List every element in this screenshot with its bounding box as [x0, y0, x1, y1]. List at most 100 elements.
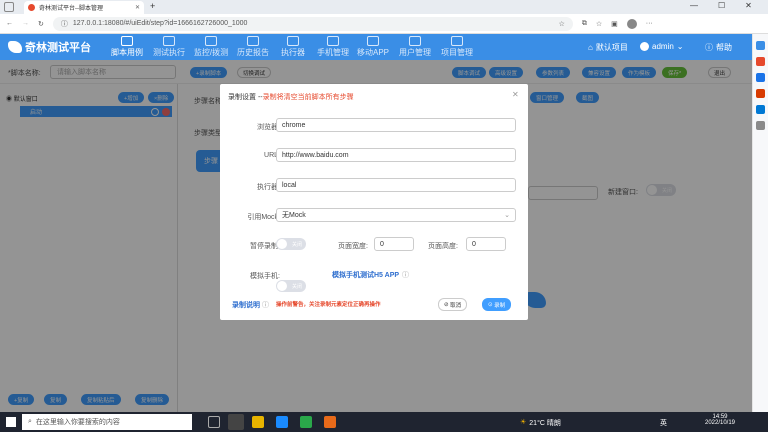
phone-icon: [327, 36, 339, 46]
reload-icon[interactable]: ↻: [38, 20, 44, 28]
mobile-h5-link[interactable]: 模拟手机测试H5 APP: [332, 270, 399, 280]
home-icon: ⌂: [588, 43, 593, 52]
address-bar: ← → ↻ ⓘ 127.0.0.1:18080/#/uiEdit/step?id…: [0, 14, 768, 34]
app-taskbar-icon[interactable]: [324, 416, 336, 428]
nav-monitor[interactable]: 监控/拨测: [190, 36, 232, 60]
nav-executor[interactable]: 执行器: [272, 36, 314, 60]
monitor-icon: [205, 36, 217, 46]
ime-indicator[interactable]: 英: [660, 418, 667, 428]
star-icon[interactable]: ☆: [559, 20, 565, 28]
window-menu-icon[interactable]: [4, 2, 14, 12]
help-link[interactable]: ⓘ 帮助: [705, 42, 732, 53]
maximize-icon[interactable]: ☐: [718, 1, 725, 10]
clock[interactable]: 14:59 2022/10/19: [700, 414, 740, 426]
pause-label: 暂停录制:: [250, 243, 280, 250]
mobile-label: 模拟手机:: [250, 273, 280, 280]
tools-icon[interactable]: [756, 73, 765, 82]
nav-execute[interactable]: 测试执行: [148, 36, 190, 60]
mock-select[interactable]: 无Mock ⌄: [276, 208, 516, 222]
report-icon: [247, 36, 259, 46]
chevron-down-icon: ⌄: [504, 212, 510, 219]
page-width-input[interactable]: 0: [374, 237, 414, 251]
nav-projects[interactable]: 项目管理: [436, 36, 478, 60]
page-width-label: 页面宽度:: [338, 243, 368, 250]
browser-sidebar: [752, 34, 768, 412]
nav-users[interactable]: 用户管理: [394, 36, 436, 60]
app-icon: [367, 36, 379, 46]
url-input[interactable]: ⓘ 127.0.0.1:18080/#/uiEdit/step?id=16661…: [52, 16, 573, 31]
app-header: 奇林测试平台 脚本用例 测试执行 监控/拨测 历史报告 执行器 手机管理 移动A…: [0, 34, 752, 60]
cancel-button[interactable]: ⊘ 取消: [438, 298, 468, 311]
page-height-input[interactable]: 0: [466, 237, 506, 251]
mobile-emulate-toggle[interactable]: 关闭: [276, 280, 306, 292]
nav-app[interactable]: 移动APP: [352, 36, 394, 60]
favorites-icon[interactable]: ☆: [596, 20, 602, 28]
avatar: [640, 42, 649, 51]
nav-scripts[interactable]: 脚本用例: [106, 36, 148, 60]
add-sidebar-icon[interactable]: [756, 121, 765, 130]
users-icon: [409, 36, 421, 46]
app-title: 奇林测试平台: [25, 42, 91, 54]
collections-icon[interactable]: ▣: [611, 20, 618, 28]
info-icon: ⓘ: [60, 20, 68, 28]
project-icon: [451, 36, 463, 46]
pycharm-icon[interactable]: [300, 416, 312, 428]
shopping-icon[interactable]: [756, 57, 765, 66]
play-icon: [163, 36, 175, 46]
new-tab-icon[interactable]: +: [150, 1, 155, 11]
forward-icon[interactable]: →: [22, 20, 29, 27]
mock-selected-value: 无Mock: [282, 212, 306, 219]
file-explorer-icon[interactable]: [252, 416, 264, 428]
outlook-icon[interactable]: [756, 105, 765, 114]
task-view-icon[interactable]: [208, 416, 220, 428]
script-icon: [121, 36, 133, 46]
dialog-close-icon[interactable]: ✕: [512, 90, 519, 99]
search-icon[interactable]: [756, 41, 765, 50]
taskbar-search[interactable]: ⌕ 在这里输入你要搜索的内容: [22, 414, 192, 430]
weather-widget[interactable]: ☀ 21°C 晴朗: [520, 418, 561, 428]
question-icon[interactable]: ⓘ: [262, 300, 269, 310]
close-tab-icon[interactable]: ✕: [135, 4, 140, 11]
nav-report[interactable]: 历史报告: [232, 36, 274, 60]
user-menu[interactable]: admin ⌄: [640, 42, 684, 51]
windows-start-icon[interactable]: [6, 417, 16, 427]
executor-label: 执行器:: [257, 184, 280, 191]
browser-tab[interactable]: 奇林测试平台--脚本管理 ✕: [24, 1, 144, 14]
record-button[interactable]: ⊙ 录制: [482, 298, 512, 311]
url-text: 127.0.0.1:18080/#/uiEdit/step?id=1666162…: [72, 20, 248, 27]
browser-label: 浏览器:: [257, 124, 280, 131]
bird-logo-icon: [8, 41, 22, 53]
office-icon[interactable]: [756, 89, 765, 98]
page-height-label: 页面高度:: [428, 243, 458, 250]
search-icon: ⌕: [28, 418, 32, 425]
mock-label: 引用Mock:: [247, 214, 280, 221]
chevron-down-icon: ⌄: [676, 42, 684, 51]
back-icon[interactable]: ←: [6, 20, 13, 27]
minimize-icon[interactable]: —: [690, 1, 698, 10]
help-circle-icon[interactable]: ⓘ: [402, 270, 409, 280]
browser-tabbar: 奇林测试平台--脚本管理 ✕ + — ☐ ✕: [0, 0, 768, 14]
favicon-icon: [28, 4, 35, 11]
executor-input[interactable]: local: [276, 178, 516, 192]
browser-taskbar-icon[interactable]: [228, 414, 244, 430]
record-help-link[interactable]: 录制说明: [232, 300, 260, 310]
app-logo[interactable]: 奇林测试平台: [8, 39, 91, 55]
taskbar: ⌕ 在这里输入你要搜索的内容 ☀ 21°C 晴朗 英 14:59 2022/10/19: [0, 412, 768, 432]
pause-record-toggle[interactable]: 关闭: [276, 238, 306, 250]
url-label: URL:: [264, 152, 280, 159]
dialog-title: 录制设置 -- 录制将清空当前脚本所有步骤: [228, 94, 354, 101]
record-tip-text: 操作前警告，关注录制元素定位正确再操作: [276, 302, 381, 308]
browser-input[interactable]: chrome: [276, 118, 516, 132]
tab-title: 奇林测试平台--脚本管理: [39, 6, 103, 12]
record-settings-dialog: 录制设置 -- 录制将清空当前脚本所有步骤 ✕ 浏览器: chrome URL:…: [220, 84, 528, 320]
store-icon[interactable]: [276, 416, 288, 428]
url-field[interactable]: http://www.baidu.com: [276, 148, 516, 162]
more-icon[interactable]: ···: [646, 20, 653, 27]
extensions-icon[interactable]: ⧉: [582, 20, 587, 28]
profile-icon[interactable]: [626, 18, 637, 29]
close-window-icon[interactable]: ✕: [745, 1, 752, 10]
sun-icon: ☀: [520, 419, 527, 426]
nav-phone[interactable]: 手机管理: [312, 36, 354, 60]
project-selector[interactable]: ⌂ 默认项目: [588, 42, 628, 53]
desktop-icon: [287, 36, 299, 46]
